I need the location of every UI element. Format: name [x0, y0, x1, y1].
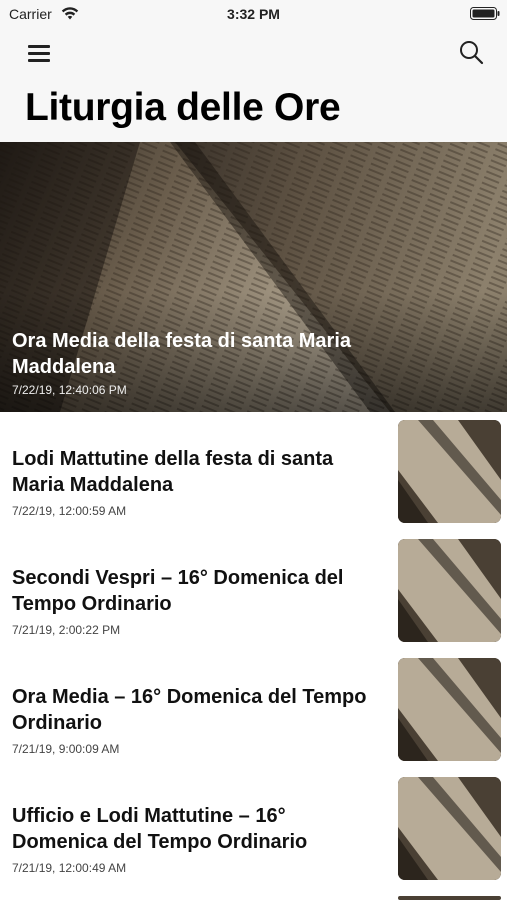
menu-line [28, 45, 50, 48]
list-item-date: 7/22/19, 12:00:59 AM [12, 504, 127, 518]
list-item-date: 7/21/19, 9:00:09 AM [12, 742, 120, 756]
featured-title: Ora Media della festa di santa Maria Mad… [12, 330, 352, 378]
status-bar: Carrier 3:32 PM [0, 0, 507, 28]
menu-line [28, 59, 50, 62]
list-item-thumbnail [398, 777, 501, 880]
battery-icon [470, 7, 500, 20]
list-item-title: Lodi Mattutine della festa di santa Mari… [12, 448, 334, 496]
list-item-title: Secondi Vespri – 16° Domenica del Tempo … [12, 567, 344, 615]
clock-label: 3:32 PM [227, 6, 280, 22]
navigation-bar: Liturgia delle Ore [0, 28, 507, 142]
featured-date: 7/22/19, 12:40:06 PM [12, 383, 127, 397]
list-item[interactable]: Secondi Vespri – 16° Domenica del Tempo … [0, 531, 507, 649]
hamburger-menu-button[interactable] [26, 42, 56, 64]
list-item-date: 7/21/19, 12:00:49 AM [12, 861, 127, 875]
list-item-thumbnail-partial[interactable] [398, 896, 501, 900]
list-item-thumbnail [398, 539, 501, 642]
list-item[interactable]: Lodi Mattutine della festa di santa Mari… [0, 412, 507, 530]
list-item-title: Ufficio e Lodi Mattutine – 16° Domenica … [12, 805, 308, 853]
page-title: Liturgia delle Ore [25, 86, 341, 129]
list-item[interactable]: Ora Media – 16° Domenica del Tempo Ordin… [0, 650, 507, 768]
list-item-thumbnail [398, 420, 501, 523]
featured-article[interactable]: Ora Media della festa di santa Maria Mad… [0, 142, 507, 412]
menu-line [28, 52, 50, 55]
list-item-thumbnail [398, 658, 501, 761]
search-icon[interactable] [459, 40, 485, 66]
list-item-title: Ora Media – 16° Domenica del Tempo Ordin… [12, 686, 367, 734]
list-item-date: 7/21/19, 2:00:22 PM [12, 623, 121, 637]
list-item[interactable]: Ufficio e Lodi Mattutine – 16° Domenica … [0, 769, 507, 887]
